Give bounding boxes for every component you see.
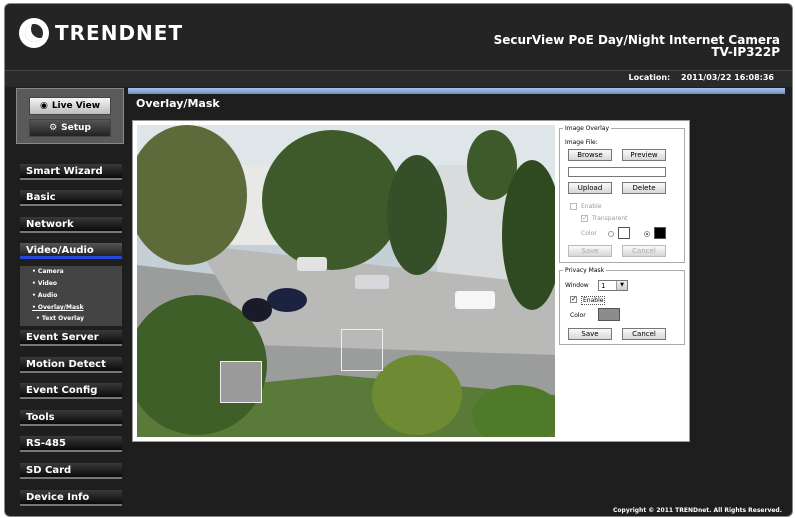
- overlay-save-button[interactable]: Save: [568, 245, 612, 257]
- header: TRENDNET SecurView PoE Day/Night Interne…: [5, 4, 792, 70]
- brand-logo: TRENDNET: [19, 18, 183, 48]
- brand-name: TRENDNET: [55, 21, 184, 45]
- overlay-cancel-button[interactable]: Cancel: [622, 245, 666, 257]
- live-view-label: Live View: [51, 101, 101, 111]
- menu-rs-485[interactable]: RS-485: [20, 436, 122, 452]
- app-frame: TRENDNET SecurView PoE Day/Night Interne…: [4, 3, 793, 517]
- menu-tools[interactable]: Tools: [20, 410, 122, 426]
- browse-button[interactable]: Browse: [568, 149, 612, 161]
- view-mode-panel: ◉ Live View ⚙ Setup: [16, 88, 124, 144]
- window-label: Window: [565, 282, 589, 289]
- trendnet-logo-icon: [19, 18, 49, 48]
- overlay-color-label: Color: [581, 230, 597, 237]
- menu-motion-detect[interactable]: Motion Detect: [20, 357, 122, 373]
- overlay-image-region[interactable]: [341, 329, 383, 371]
- transparent-checkbox[interactable]: ✓: [581, 215, 588, 222]
- page-title: Overlay/Mask: [136, 97, 220, 110]
- color-black-swatch: [654, 227, 666, 239]
- mask-color-swatch[interactable]: [598, 308, 620, 321]
- menu-event-server[interactable]: Event Server: [20, 330, 122, 346]
- overlay-enable-checkbox[interactable]: [570, 203, 577, 210]
- preview-button[interactable]: Preview: [622, 149, 666, 161]
- product-model: TV-IP322P: [711, 45, 780, 59]
- menu-sd-card[interactable]: SD Card: [20, 463, 122, 479]
- window-select-value: 1: [601, 282, 606, 290]
- eye-icon: ◉: [39, 101, 48, 111]
- camera-live-image[interactable]: [137, 125, 555, 437]
- footer-copyright: Copyright © 2011 TRENDnet. All Rights Re…: [613, 507, 782, 514]
- privacy-mask-legend: Privacy Mask: [565, 267, 605, 274]
- overlay-mask-panel: Image Overlay Image File: Browse Preview…: [132, 120, 690, 442]
- menu-device-info[interactable]: Device Info: [20, 490, 122, 506]
- location-info: Location: 2011/03/22 16:08:36: [621, 73, 774, 82]
- live-view-button[interactable]: ◉ Live View: [29, 97, 111, 115]
- color-white-swatch: [618, 227, 630, 239]
- image-file-label: Image File:: [565, 139, 598, 146]
- transparent-label: Transparent: [592, 215, 628, 222]
- image-overlay-legend: Image Overlay: [565, 125, 610, 132]
- setup-label: Setup: [61, 123, 91, 133]
- menu-basic[interactable]: Basic: [20, 190, 122, 206]
- submenu-video[interactable]: • Video: [20, 278, 122, 290]
- menu-event-config[interactable]: Event Config: [20, 383, 122, 399]
- upload-button[interactable]: Upload: [568, 182, 612, 194]
- mask-enable-label: Enable: [581, 296, 606, 305]
- mask-save-button[interactable]: Save: [568, 328, 612, 340]
- chevron-down-icon: ▼: [616, 281, 627, 290]
- location-label: Location:: [628, 73, 671, 82]
- overlay-enable-label: Enable: [581, 203, 602, 210]
- delete-button[interactable]: Delete: [622, 182, 666, 194]
- menu-video-audio[interactable]: Video/Audio: [20, 243, 122, 259]
- submenu-camera[interactable]: • Camera: [20, 266, 122, 278]
- mask-cancel-button[interactable]: Cancel: [622, 328, 666, 340]
- submenu-text-overlay[interactable]: • Text Overlay: [20, 314, 122, 324]
- window-select[interactable]: 1 ▼: [598, 280, 628, 291]
- product-title: SecurView PoE Day/Night Internet Camera …: [494, 34, 780, 58]
- image-file-input[interactable]: [568, 167, 666, 177]
- gear-icon: ⚙: [49, 123, 58, 133]
- camera-scene: [137, 125, 555, 437]
- submenu-audio[interactable]: • Audio: [20, 290, 122, 302]
- menu-smart-wizard[interactable]: Smart Wizard: [20, 164, 122, 180]
- mask-enable-checkbox[interactable]: ✓: [570, 296, 577, 303]
- menu-network[interactable]: Network: [20, 217, 122, 233]
- color-black-radio[interactable]: [644, 231, 650, 237]
- location-datetime: 2011/03/22 16:08:36: [681, 73, 774, 82]
- content-header-bar: [128, 88, 785, 94]
- submenu-overlay-mask[interactable]: • Overlay/Mask: [20, 302, 122, 314]
- overlay-controls: Image Overlay Image File: Browse Preview…: [559, 125, 685, 437]
- mask-color-label: Color: [570, 312, 586, 319]
- setup-button[interactable]: ⚙ Setup: [29, 119, 111, 137]
- privacy-mask-window-1[interactable]: [220, 361, 262, 403]
- location-bar: Location: 2011/03/22 16:08:36: [5, 70, 792, 87]
- color-white-radio[interactable]: [608, 231, 614, 237]
- video-audio-submenu: • Camera • Video • Audio • Overlay/Mask …: [20, 266, 122, 326]
